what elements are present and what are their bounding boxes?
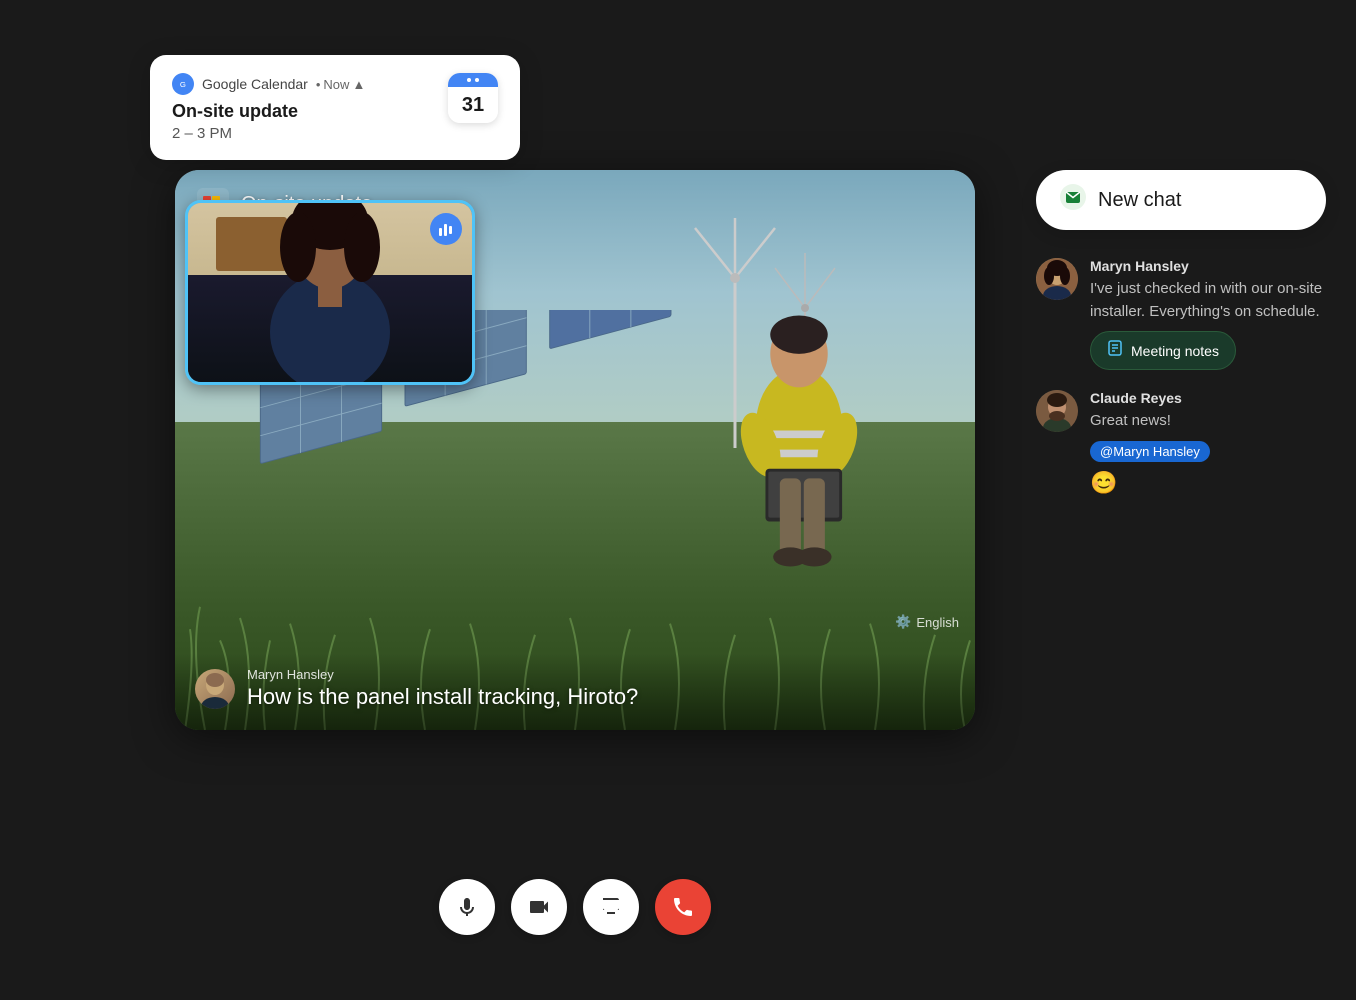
new-chat-label: New chat (1098, 189, 1181, 212)
emoji-reaction: 😊 (1090, 470, 1326, 496)
settings-icon: ⚙️ (895, 614, 911, 630)
language-badge: ⚙️ English (895, 614, 959, 630)
notes-icon (1107, 340, 1123, 361)
self-view-background (188, 203, 472, 382)
self-view-person (240, 200, 420, 382)
mention-badge: @Maryn Hansley (1090, 441, 1210, 462)
end-call-button[interactable] (655, 879, 711, 935)
calendar-event-title: On-site update (172, 101, 434, 122)
calendar-app-name: Google Calendar (202, 76, 308, 92)
calendar-day-number: 31 (462, 94, 484, 117)
microphone-button[interactable] (439, 879, 495, 935)
claude-avatar (1036, 390, 1078, 432)
claude-message-content: Claude Reyes Great news! @Maryn Hansley … (1090, 390, 1326, 496)
maryn-message-text: I've just checked in with our on-site in… (1090, 278, 1326, 323)
maryn-avatar (1036, 258, 1078, 300)
chevron-up-icon: ▲ (352, 77, 365, 92)
present-button[interactable] (583, 879, 639, 935)
claude-message-text: Great news! (1090, 410, 1326, 433)
calendar-notification-content: G Google Calendar • Now ▲ On-site update… (172, 73, 434, 142)
maryn-message-content: Maryn Hansley I've just checked in with … (1090, 258, 1326, 370)
calendar-notification: G Google Calendar • Now ▲ On-site update… (150, 55, 520, 160)
google-calendar-icon: G (172, 73, 194, 95)
calendar-badge: 31 (448, 73, 498, 123)
caption-speaker-avatar (195, 669, 235, 709)
svg-text:G: G (180, 80, 186, 89)
caption-message: How is the panel install tracking, Hirot… (247, 684, 955, 710)
meeting-notes-label: Meeting notes (1131, 343, 1219, 359)
chat-message-2: Claude Reyes Great news! @Maryn Hansley … (1036, 390, 1326, 496)
audio-active-indicator (430, 213, 462, 245)
chat-message-1: Maryn Hansley I've just checked in with … (1036, 258, 1326, 370)
calendar-header: G Google Calendar • Now ▲ (172, 73, 434, 95)
claude-sender-name: Claude Reyes (1090, 390, 1326, 406)
calendar-event-time: 2 – 3 PM (172, 125, 434, 142)
self-view-pip (185, 200, 475, 385)
caption-speaker-name: Maryn Hansley (247, 667, 955, 682)
caption-content: Maryn Hansley How is the panel install t… (247, 667, 955, 710)
new-chat-button[interactable]: New chat (1036, 170, 1326, 230)
maryn-sender-name: Maryn Hansley (1090, 258, 1326, 274)
caption-bar: Maryn Hansley How is the panel install t… (175, 653, 975, 730)
call-controls (175, 879, 975, 935)
right-panel: New chat Maryn Hansley I've just checked… (1036, 170, 1326, 516)
calendar-time: • Now ▲ (316, 77, 365, 92)
camera-button[interactable] (511, 879, 567, 935)
meeting-notes-button[interactable]: Meeting notes (1090, 331, 1236, 370)
chat-icon (1060, 184, 1086, 216)
